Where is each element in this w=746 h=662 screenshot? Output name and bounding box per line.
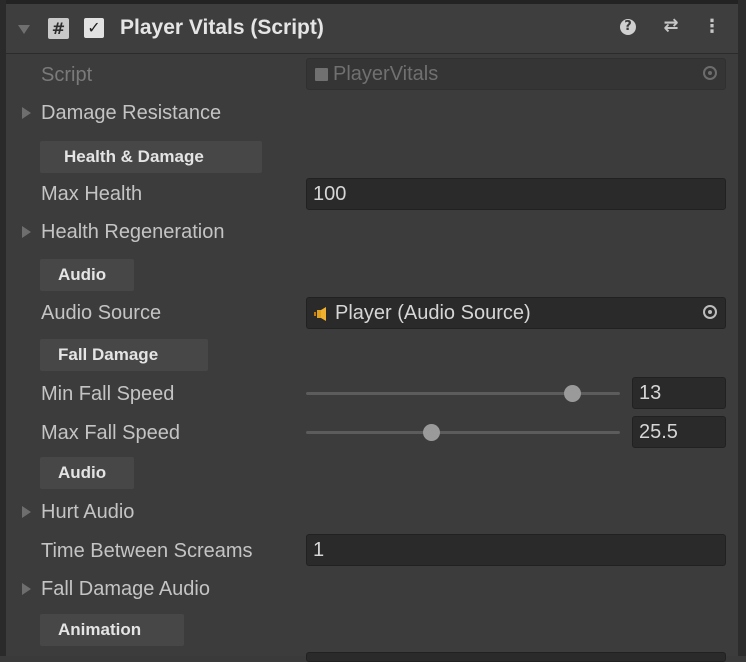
panel-right-border	[738, 0, 746, 656]
animation-header-label: Animation	[58, 620, 142, 639]
component-enabled-checkbox[interactable]: ✓	[84, 18, 104, 38]
health-damage-header-label: Health & Damage	[64, 147, 204, 166]
presets-icon[interactable]: ⇄	[660, 15, 682, 37]
min-fall-speed-slider-thumb[interactable]	[564, 385, 581, 402]
script-field-value: PlayerVitals	[333, 63, 439, 85]
fall-damage-header: Fall Damage	[40, 339, 208, 371]
next-field-partial[interactable]	[306, 652, 726, 662]
max-fall-speed-slider-thumb[interactable]	[423, 424, 440, 441]
health-damage-header: Health & Damage	[40, 141, 262, 173]
script-hash-icon: #	[48, 18, 69, 39]
max-fall-speed-input[interactable]: 25.5	[632, 416, 726, 448]
min-fall-speed-value: 13	[639, 382, 662, 404]
max-health-value: 100	[313, 183, 347, 205]
time-between-screams-input[interactable]: 1	[306, 534, 726, 566]
max-health-label: Max Health	[41, 183, 143, 205]
health-regeneration-foldout-icon[interactable]	[22, 226, 31, 238]
script-field[interactable]: PlayerVitals	[306, 58, 726, 90]
max-health-input[interactable]: 100	[306, 178, 726, 210]
script-file-icon	[315, 68, 328, 81]
max-fall-speed-label: Max Fall Speed	[41, 422, 180, 444]
hurt-audio-foldout-icon[interactable]	[22, 506, 31, 518]
fall-damage-audio-foldout[interactable]: Fall Damage Audio	[41, 576, 210, 602]
animation-header: Animation	[40, 614, 184, 646]
audio-header: Audio	[40, 457, 134, 489]
component-title: Player Vitals (Script)	[120, 16, 324, 39]
script-label: Script	[41, 64, 93, 86]
min-fall-speed-input[interactable]: 13	[632, 377, 726, 409]
inspector-panel: # ✓ Player Vitals (Script) ? ⇄ ⋮ Script …	[0, 0, 746, 662]
audio-source-label: Audio Source	[41, 302, 162, 324]
audio-header-label: Audio	[58, 463, 107, 482]
health-regeneration-foldout[interactable]: Health Regeneration	[41, 219, 224, 245]
time-between-screams-value: 1	[313, 539, 325, 561]
damage-resistance-foldout-icon[interactable]	[22, 107, 31, 119]
fall-damage-header-label: Fall Damage	[58, 345, 159, 364]
object-picker-icon[interactable]	[703, 66, 717, 80]
damage-resistance-foldout[interactable]: Damage Resistance	[41, 100, 221, 126]
audio-source-icon	[314, 307, 326, 321]
max-fall-speed-value: 25.5	[639, 421, 678, 443]
audio-header: Audio	[40, 259, 134, 291]
help-icon[interactable]: ?	[620, 19, 636, 35]
time-between-screams-label: Time Between Screams	[41, 540, 253, 562]
object-picker-icon[interactable]	[703, 305, 717, 319]
context-menu-icon[interactable]: ⋮	[703, 16, 721, 38]
audio-source-field[interactable]: Player (Audio Source)	[306, 297, 726, 329]
min-fall-speed-label: Min Fall Speed	[41, 383, 175, 405]
component-header[interactable]: # ✓ Player Vitals (Script) ? ⇄ ⋮	[6, 4, 738, 54]
foldout-arrow-icon[interactable]	[18, 25, 30, 34]
hurt-audio-foldout[interactable]: Hurt Audio	[41, 499, 134, 525]
min-fall-speed-slider[interactable]	[306, 385, 620, 402]
max-fall-speed-slider[interactable]	[306, 424, 620, 441]
audio-source-value: Player (Audio Source)	[335, 302, 531, 324]
panel-left-border	[0, 0, 6, 656]
fall-damage-audio-foldout-icon[interactable]	[22, 583, 31, 595]
audio-header-label: Audio	[58, 265, 107, 284]
